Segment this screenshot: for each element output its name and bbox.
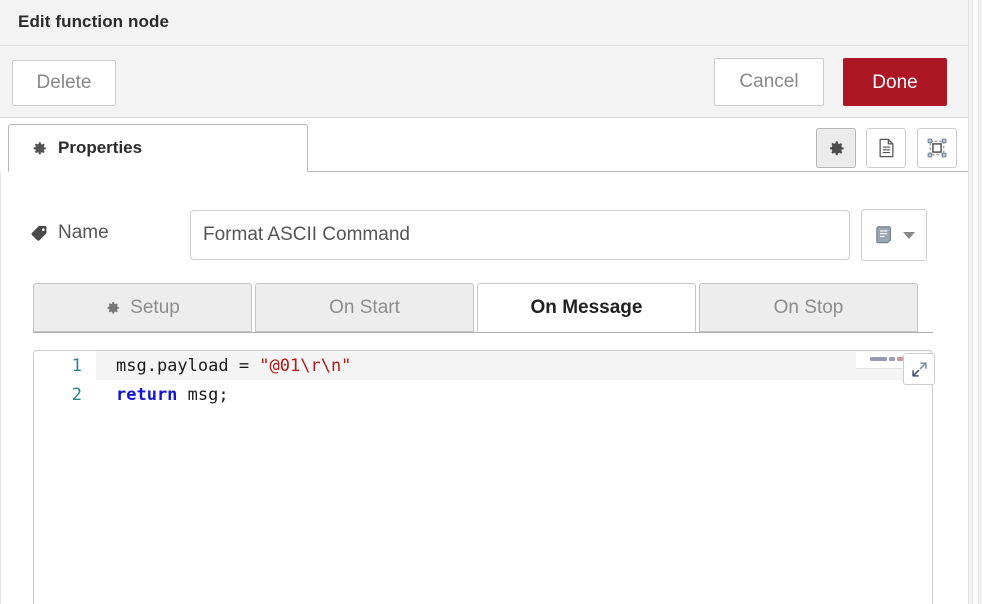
chevron-down-icon (903, 232, 915, 239)
subtab-on-start-label: On Start (329, 297, 400, 319)
tag-icon (30, 224, 49, 243)
code-line-content: msg.payload = "@01\r\n" (96, 351, 932, 380)
cancel-button[interactable]: Cancel (714, 58, 824, 106)
code-line-content: return msg; (96, 380, 932, 409)
dialog-toolbar: Delete Cancel Done (0, 46, 968, 118)
line-number: 1 (34, 356, 96, 376)
appearance-icon-button[interactable] (917, 128, 957, 168)
description-icon-button[interactable] (866, 128, 906, 168)
settings-icon-button[interactable] (816, 128, 856, 168)
name-label: Name (30, 222, 109, 244)
description-icon (877, 138, 896, 158)
gear-icon (105, 300, 121, 316)
code-token-string: "@01\r\n" (259, 356, 351, 376)
name-input[interactable] (190, 210, 850, 260)
code-token-plain: msg.payload = (116, 356, 259, 376)
gear-icon (827, 139, 846, 158)
function-subtabs: Setup On Start On Message On Stop (33, 283, 933, 333)
code-token-keyword: return (116, 385, 177, 405)
minimap-line-segment (870, 357, 887, 361)
line-number: 2 (34, 385, 96, 405)
code-token-plain: msg; (177, 385, 228, 405)
page-title: Edit function node (18, 12, 169, 32)
delete-button[interactable]: Delete (12, 60, 116, 106)
subtab-setup-label: Setup (130, 297, 180, 319)
subtab-setup[interactable]: Setup (33, 283, 252, 332)
done-button[interactable]: Done (843, 58, 947, 106)
name-menu-button[interactable] (861, 209, 927, 261)
appearance-icon (927, 138, 947, 158)
book-icon (874, 225, 896, 245)
code-editor[interactable]: 1 msg.payload = "@01\r\n" 2 return msg; (33, 350, 933, 604)
edit-function-node-dialog: Edit function node Delete Cancel Done Pr… (0, 0, 982, 604)
subtab-on-start[interactable]: On Start (255, 283, 474, 332)
expand-editor-button[interactable] (903, 353, 935, 385)
code-line[interactable]: 1 msg.payload = "@01\r\n" (34, 351, 932, 380)
dialog-header: Edit function node (0, 0, 968, 46)
code-line[interactable]: 2 return msg; (34, 380, 932, 409)
subtab-on-stop[interactable]: On Stop (699, 283, 918, 332)
vertical-scrollbar[interactable] (972, 0, 979, 604)
subtab-on-stop-label: On Stop (774, 297, 844, 319)
name-label-text: Name (58, 222, 109, 244)
minimap-line-segment (889, 357, 895, 361)
gear-icon (31, 140, 48, 157)
subtab-on-message[interactable]: On Message (477, 283, 696, 332)
subtabs-underline (33, 332, 933, 333)
subtab-on-message-label: On Message (531, 297, 643, 319)
expand-icon (911, 361, 928, 378)
tab-properties-label: Properties (58, 138, 142, 158)
tab-properties[interactable]: Properties (8, 124, 308, 172)
